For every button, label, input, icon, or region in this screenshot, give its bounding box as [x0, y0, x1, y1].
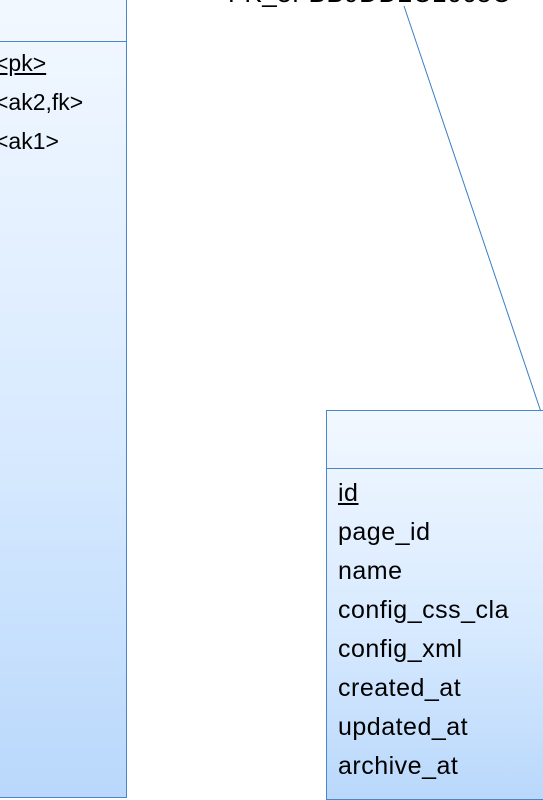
attribute-created-at: created_at [338, 674, 462, 702]
attribute-id: id [338, 479, 359, 507]
attribute-updated-at: updated_at [338, 713, 469, 741]
right-entity-table[interactable]: id page_id name config_css_cla config_xm… [326, 410, 543, 800]
entity-header-separator [327, 468, 543, 469]
alternate-key-marker: <ak1> [0, 128, 59, 154]
attribute-config-xml: config_xml [338, 635, 463, 663]
entity-header-separator [0, 41, 126, 42]
relationship-line [403, 5, 542, 413]
attribute-config-css-class: config_css_cla [338, 596, 509, 624]
attribute-page-id: page_id [338, 518, 431, 546]
attribute-archive-at: archive_at [338, 752, 459, 780]
primary-key-marker: <pk> [0, 50, 47, 76]
alternate-foreign-key-marker: <ak2,fk> [0, 89, 84, 115]
attribute-name: name [338, 557, 403, 585]
relationship-label: FK_5FBB9DD2C1665C [228, 0, 511, 9]
left-entity-table[interactable]: <pk> <ak2,fk> <ak1> [0, 0, 127, 798]
